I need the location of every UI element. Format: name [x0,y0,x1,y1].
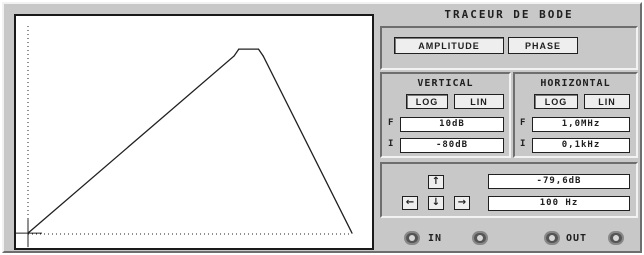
cursor-value-readout: -79,6dB [488,174,630,189]
horizontal-final-field[interactable]: 1,0MHz [532,117,630,132]
vertical-label: VERTICAL [417,78,474,89]
cursor-right-arrow[interactable]: → [454,196,470,210]
in-label: IN [428,233,443,244]
cursor-left-arrow[interactable]: ← [402,196,418,210]
data-point-1 [233,55,235,57]
out-label: OUT [566,233,588,244]
horizontal-initial-prefix: I [520,139,526,149]
bode-plot-area[interactable] [14,14,374,250]
horizontal-lin-button[interactable]: LIN [584,94,630,109]
cursor-down-arrow[interactable]: ↓ [428,196,444,210]
vertical-initial-field[interactable]: -80dB [400,138,504,153]
horizontal-final-prefix: F [520,118,526,128]
bode-plot-svg [16,26,353,248]
vertical-final-field[interactable]: 10dB [400,117,504,132]
vertical-log-button[interactable]: LOG [406,94,448,109]
in-connector-left[interactable] [404,231,420,245]
horizontal-initial-field[interactable]: 0,1kHz [532,138,630,153]
out-connector-left[interactable] [544,231,560,245]
vertical-lin-button[interactable]: LIN [454,94,504,109]
vertical-initial-prefix: I [388,139,394,149]
vertical-final-prefix: F [388,118,394,128]
cursor-frequency-readout: 100 Hz [488,196,630,211]
window-title: TRACEUR DE BODE [444,8,574,21]
out-connector-right[interactable] [608,231,624,245]
phase-tab[interactable]: PHASE [508,37,578,54]
data-point-5 [351,232,353,234]
horizontal-label: HORIZONTAL [540,78,611,89]
series-line-amplitude [27,48,353,234]
in-connector-right[interactable] [472,231,488,245]
data-point-2 [238,48,240,50]
data-point-4 [262,55,264,57]
horizontal-log-button[interactable]: LOG [534,94,578,109]
amplitude-tab[interactable]: AMPLITUDE [394,37,504,54]
cursor-up-arrow[interactable]: ↑ [428,175,444,189]
data-point-3 [257,48,260,50]
